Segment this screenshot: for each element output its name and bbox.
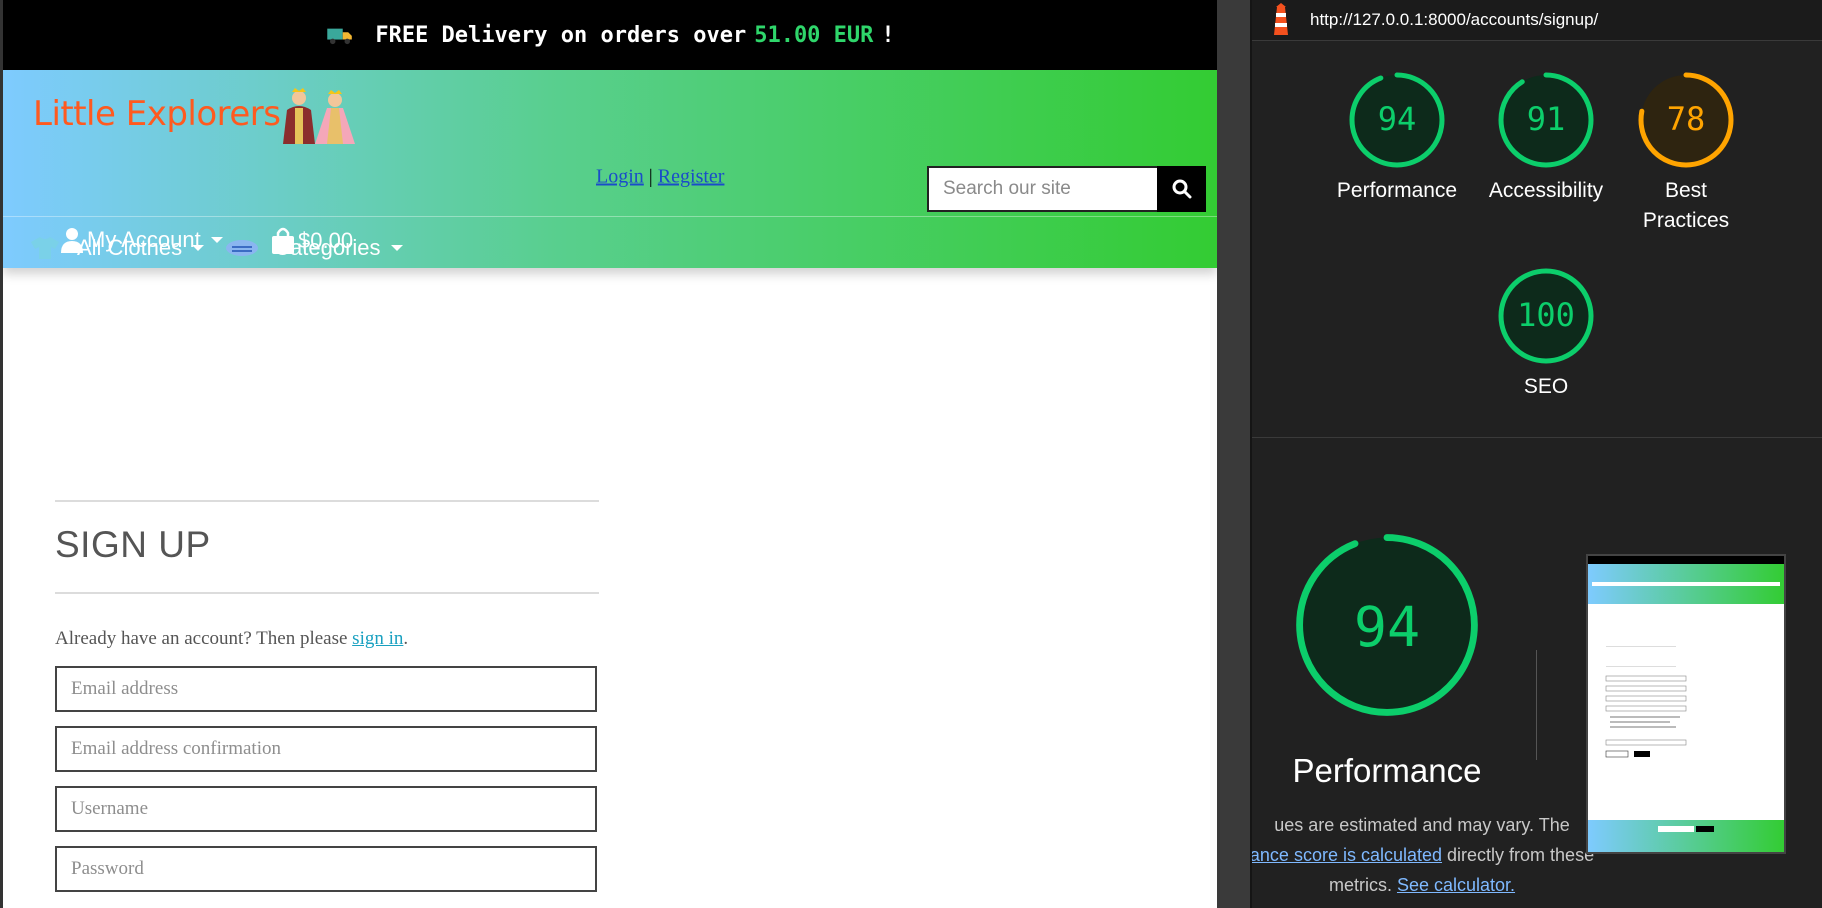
nav-categories-label: Categories (274, 235, 381, 260)
performance-heading: Performance (1292, 752, 1482, 789)
gauge-label: Best Practices (1642, 179, 1730, 232)
main-nav: All Clothes Categories (27, 229, 403, 267)
banner-amount: 51.00 EUR (754, 22, 874, 48)
gauge-label: Performance (1336, 179, 1458, 202)
signin-prompt-end: . (403, 628, 409, 649)
email-confirm-field[interactable] (55, 726, 597, 772)
title-bottom-divider (55, 592, 599, 594)
banner-suffix: ! (881, 22, 895, 48)
see-calculator-link[interactable]: See calculator. (1397, 875, 1515, 895)
seo-gauge[interactable]: 100 SEO (1476, 266, 1616, 402)
lighthouse-url-bar: http://127.0.0.1:8000/accounts/signup/ (1252, 0, 1822, 41)
search-icon (1172, 179, 1191, 199)
chevron-down-icon (192, 245, 205, 251)
vertical-divider (1536, 650, 1537, 760)
search-button[interactable] (1157, 166, 1206, 212)
website-viewport: FREE Delivery on orders over 51.00 EUR !… (0, 0, 1217, 908)
performance-gauge[interactable]: 94 Performance (1332, 70, 1462, 206)
nav-categories[interactable]: Categories (224, 235, 403, 261)
gauge-label: Accessibility (1488, 179, 1604, 202)
password-field[interactable] (55, 846, 597, 892)
royal-couple-icon (283, 88, 355, 144)
gauge-score: 78 (1667, 100, 1706, 138)
audited-url[interactable]: http://127.0.0.1:8000/accounts/signup/ (1310, 10, 1598, 30)
gauge-score: 91 (1527, 100, 1566, 138)
truck-icon (327, 28, 353, 45)
signin-prompt-text: Already have an account? Then please (55, 628, 348, 649)
site-logo[interactable]: Little Explorers (33, 94, 281, 134)
note-text-3: metrics. (1328, 875, 1392, 895)
screen: FREE Delivery on orders over 51.00 EUR !… (0, 0, 1822, 908)
nav-all-clothes[interactable]: All Clothes (27, 235, 205, 261)
note-text-1: ues are estimated and may vary. The (1274, 815, 1570, 835)
auth-divider: | (648, 165, 653, 188)
best-practices-gauge[interactable]: 78 Best Practices (1626, 70, 1746, 236)
performance-gauge-large: 94 (1292, 530, 1482, 725)
lighthouse-panel: http://127.0.0.1:8000/accounts/signup/ 9… (1250, 0, 1822, 908)
lighthouse-icon (1274, 3, 1288, 35)
gauge-ring: 91 (1498, 72, 1594, 168)
section-divider (1252, 437, 1822, 438)
page-title: SIGN UP (55, 524, 211, 565)
search-input[interactable] (927, 166, 1157, 212)
banner-text: FREE Delivery on orders over (375, 22, 747, 48)
delivery-banner: FREE Delivery on orders over 51.00 EUR ! (3, 0, 1217, 70)
email-field[interactable] (55, 666, 597, 712)
tshirt-icon (31, 237, 59, 259)
nav-divider (3, 216, 1217, 217)
note-text-2: directly from these (1447, 845, 1595, 865)
signup-section: SIGN UP Already have an account? Then pl… (55, 500, 599, 892)
signin-link[interactable]: sign in (352, 628, 403, 649)
site-search (927, 166, 1206, 212)
accessibility-gauge[interactable]: 91 Accessibility (1476, 70, 1616, 206)
gauge-score: 94 (1378, 100, 1417, 138)
register-link[interactable]: Register (658, 166, 725, 188)
gauge-score: 94 (1354, 595, 1420, 659)
categories-icon (226, 240, 259, 256)
gauge-ring: 100 (1498, 268, 1594, 364)
signin-prompt: Already have an account? Then please sig… (55, 628, 599, 650)
nav-all-clothes-label: All Clothes (77, 235, 183, 260)
gauge-score: 100 (1517, 296, 1575, 334)
site-header: Little Explorers Login | Register Search… (3, 70, 1217, 268)
gauge-label: SEO (1523, 375, 1569, 398)
thumbnail-image (1588, 556, 1784, 852)
username-field[interactable] (55, 786, 597, 832)
metrics-note: ues are estimated and may vary. The ance… (1252, 810, 1602, 900)
score-calc-link[interactable]: ance score is calculated (1252, 845, 1442, 865)
login-link[interactable]: Login (596, 166, 644, 188)
page-screenshot-thumbnail[interactable] (1586, 554, 1786, 854)
chevron-down-icon (390, 245, 403, 251)
auth-links: Login | Register (596, 166, 724, 189)
gauge-ring: 94 (1349, 72, 1445, 168)
gauge-ring: 78 (1638, 72, 1734, 168)
gauge-ring: 94 (1296, 534, 1478, 716)
